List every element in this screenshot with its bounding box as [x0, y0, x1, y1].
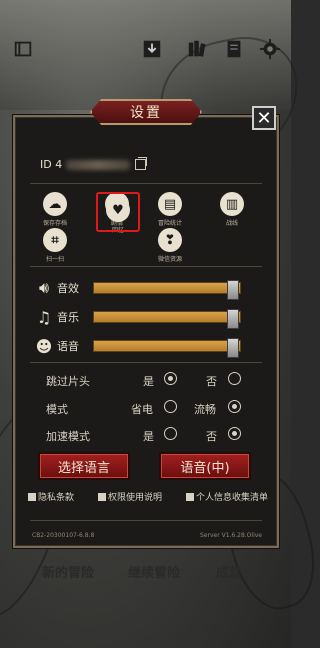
music-slider-handle[interactable] — [227, 309, 239, 329]
download-icon[interactable] — [141, 38, 163, 60]
feature-save-archive[interactable]: ☁ 保存存档 — [30, 192, 80, 227]
checkbox-icon — [97, 493, 106, 501]
feature-scan[interactable]: ⌗ 扫一扫 — [30, 228, 80, 263]
divider — [30, 362, 262, 363]
privacy-link-label: 隐私条款 — [38, 493, 75, 503]
select-language-button[interactable]: 选择语言 — [38, 452, 130, 480]
personal-info-link[interactable]: 个人信息收集清单 — [185, 490, 268, 503]
feature-label: 冒险统计 — [157, 220, 182, 227]
server-version: Server V1.6.28.Olive — [200, 532, 262, 539]
menu-new-adventure[interactable]: 新的冒险 — [42, 562, 94, 581]
personal-info-link-label: 个人信息收集清单 — [195, 493, 268, 503]
sfx-slider[interactable] — [93, 280, 241, 300]
mode-smooth-label: 流畅 — [194, 403, 216, 416]
divider — [30, 183, 262, 184]
mode-power-saving-label: 省电 — [131, 403, 153, 416]
divider — [30, 266, 262, 267]
skip-intro-no-radio[interactable] — [228, 372, 241, 385]
music-label: 音乐 — [57, 311, 79, 324]
speed-mode-no-radio[interactable] — [228, 427, 241, 440]
client-version: CB2-20300107-6.8.8 — [32, 532, 95, 539]
menu-achievements[interactable]: 成就 — [216, 562, 242, 581]
privacy-link[interactable]: 隐私条款 — [28, 490, 74, 503]
player-id-redacted — [66, 159, 131, 170]
cloud-save-icon: ☁ — [43, 192, 67, 216]
legal-links: 隐私条款 权限使用说明 个人信息收集清单 — [28, 490, 268, 503]
sfx-volume-row: 🔊︎ 音效 — [37, 278, 247, 300]
feature-label: 战线 — [225, 220, 238, 227]
copy-icon[interactable] — [135, 157, 148, 170]
sfx-slider-handle[interactable] — [227, 280, 239, 300]
feature-label: 微信资源 — [157, 256, 182, 263]
scan-icon: ⌗ — [43, 228, 67, 252]
voice-slider[interactable] — [93, 338, 241, 358]
mode-power-saving-radio[interactable] — [164, 400, 177, 413]
skip-intro-yes-radio[interactable] — [164, 372, 177, 385]
battle-line-icon: ▥ — [220, 192, 244, 216]
music-volume-row: ♫ 音乐 — [36, 307, 247, 329]
close-button[interactable]: ✕ — [252, 106, 276, 130]
permissions-link-label: 权限使用说明 — [107, 493, 162, 503]
selection-highlight — [96, 192, 140, 232]
skip-intro-yes-label: 是 — [143, 375, 154, 388]
books-icon[interactable] — [186, 38, 208, 60]
feature-battle-line[interactable]: ▥ 战线 — [207, 192, 257, 227]
feature-label: 扫一扫 — [45, 256, 64, 263]
divider — [30, 520, 262, 521]
feature-adventure-stats[interactable]: ▤ 冒险统计 — [145, 192, 195, 227]
checkbox-icon — [185, 493, 194, 501]
mode-smooth-radio[interactable] — [228, 400, 241, 413]
speed-mode-yes-radio[interactable] — [164, 427, 177, 440]
resource-icon: ❣ — [158, 228, 182, 252]
skip-intro-no-label: 否 — [206, 375, 217, 388]
music-slider[interactable] — [93, 309, 241, 329]
voice-language-button[interactable]: 语音(中) — [159, 452, 251, 480]
permissions-link[interactable]: 权限使用说明 — [97, 490, 162, 503]
voice-slider-handle[interactable] — [227, 338, 239, 358]
mode-label: 模式 — [46, 403, 68, 416]
speaker-icon: 🔊︎ — [38, 278, 50, 297]
music-note-icon: ♫ — [36, 307, 52, 327]
feature-wechat-resource[interactable]: ❣ 微信资源 — [145, 228, 195, 263]
speed-mode-yes-label: 是 — [143, 430, 154, 443]
speed-mode-label: 加速模式 — [46, 430, 90, 443]
checkbox-icon — [28, 493, 36, 501]
dialog-title: 设置 — [90, 99, 202, 125]
stats-icon: ▤ — [158, 192, 182, 216]
player-id-label: ID 4 — [40, 158, 63, 171]
menu-continue-adventure[interactable]: 继续冒险 — [128, 562, 180, 581]
player-id: ID 4 — [40, 157, 148, 171]
document-icon[interactable] — [223, 38, 245, 60]
gear-icon[interactable] — [259, 38, 281, 60]
settings-panel — [13, 115, 279, 548]
voice-label: 语音 — [57, 340, 79, 353]
voice-volume-row: ☻ 语音 — [35, 336, 247, 358]
notebook-icon[interactable] — [12, 38, 34, 60]
sfx-label: 音效 — [57, 282, 79, 295]
feature-label: 保存存档 — [42, 220, 67, 227]
skip-intro-label: 跳过片头 — [46, 375, 90, 388]
speed-mode-no-label: 否 — [206, 430, 217, 443]
voice-person-icon: ☻ — [35, 336, 53, 356]
